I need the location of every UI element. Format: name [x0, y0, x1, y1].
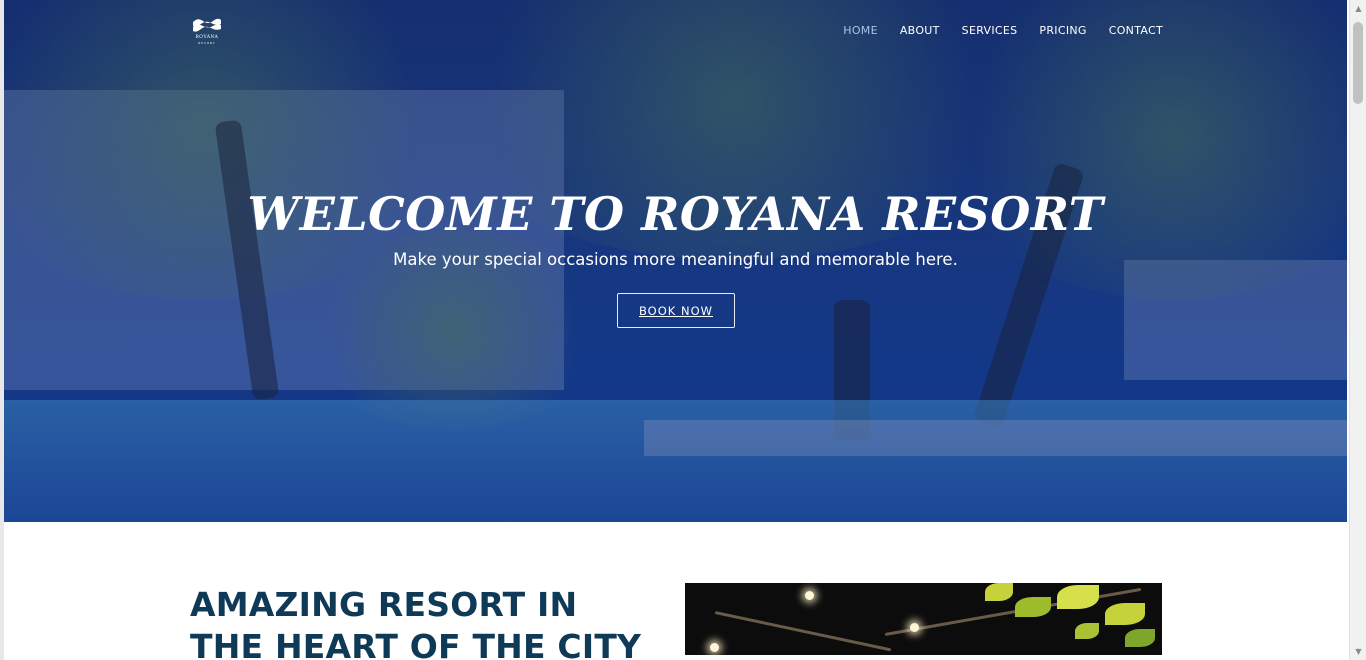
- image-light: [910, 623, 919, 632]
- book-now-button[interactable]: BOOK NOW: [617, 293, 735, 328]
- image-leaf: [985, 583, 1013, 601]
- scroll-down-icon[interactable]: ▼: [1350, 643, 1366, 660]
- about-image: [685, 583, 1162, 655]
- brand-tagline: RESORT: [198, 41, 216, 45]
- main-nav: HOME ABOUT SERVICES PRICING CONTACT: [843, 24, 1163, 38]
- hero-title: WELCOME TO ROYANA RESORT: [247, 187, 1104, 241]
- image-leaf: [1105, 603, 1145, 625]
- hero-section: ROYANA RESORT HOME ABOUT SERVICES PRICIN…: [4, 0, 1347, 522]
- image-leaf: [1057, 585, 1099, 609]
- image-light: [710, 643, 719, 652]
- nav-link-pricing[interactable]: PRICING: [1039, 24, 1086, 38]
- hero-subtitle: Make your special occasions more meaning…: [393, 250, 958, 269]
- nav-link-home[interactable]: HOME: [843, 24, 878, 38]
- wave-logo-icon: [193, 18, 221, 32]
- hero-bg-pool: [4, 400, 1347, 522]
- nav-link-contact[interactable]: CONTACT: [1109, 24, 1163, 38]
- hero-bg-deck: [644, 420, 1347, 456]
- about-heading: AMAZING RESORT IN THE HEART OF THE CITY: [190, 585, 642, 660]
- nav-link-about[interactable]: ABOUT: [900, 24, 940, 38]
- nav-link-services[interactable]: SERVICES: [962, 24, 1018, 38]
- vertical-scrollbar[interactable]: ▲ ▼: [1349, 0, 1366, 660]
- scroll-up-icon[interactable]: ▲: [1350, 0, 1366, 17]
- scroll-thumb[interactable]: [1353, 22, 1363, 104]
- brand-logo[interactable]: ROYANA RESORT: [190, 16, 224, 48]
- image-branch: [884, 587, 1142, 636]
- image-leaf: [1125, 629, 1155, 647]
- image-light: [805, 591, 814, 600]
- image-leaf: [1075, 623, 1099, 639]
- image-leaf: [1015, 597, 1051, 617]
- image-branch: [714, 611, 892, 652]
